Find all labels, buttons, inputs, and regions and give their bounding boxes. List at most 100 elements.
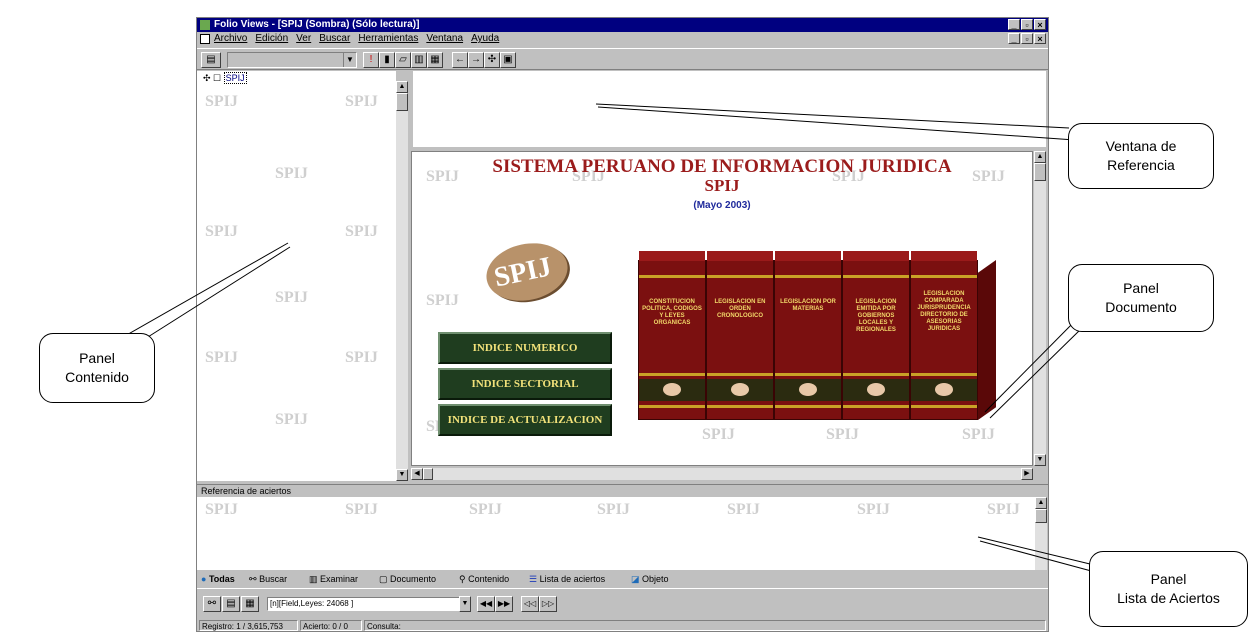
chevron-down-icon[interactable]: ▼ (459, 596, 471, 612)
forward-icon[interactable]: → (468, 52, 484, 68)
book-seal (707, 379, 773, 401)
tab-todas[interactable]: ● Todas (201, 572, 235, 587)
watermark: SPIJ (727, 501, 760, 518)
doc-close-button[interactable]: × (1034, 33, 1046, 44)
book-label: LEGISLACION POR MATERIAS (780, 299, 836, 312)
tab-objeto[interactable]: ◪ Objeto (631, 572, 669, 587)
query-history-icon[interactable]: ▦ (241, 596, 259, 612)
doc-restore-button[interactable]: ▫ (1021, 33, 1033, 44)
contents-panel[interactable]: ✣ ☐ SPIJ SPIJ SPIJ SPIJ SPIJ SPIJ SPIJ S… (197, 71, 396, 481)
menu-ayuda[interactable]: Ayuda (471, 32, 499, 46)
menu-bar: Archivo Edición Ver Buscar Herramientas … (197, 32, 1048, 46)
contents-icon: ⚲ (459, 574, 466, 584)
tab-buscar[interactable]: ⚯ Buscar (249, 572, 287, 587)
watermark: SPIJ (205, 501, 238, 518)
document-window-controls: _ ▫ × (1008, 33, 1046, 44)
scroll-down-icon[interactable]: ▼ (1034, 454, 1046, 466)
note-icon[interactable]: ▱ (395, 52, 411, 68)
menu-archivo[interactable]: Archivo (214, 32, 247, 46)
scroll-up-icon[interactable]: ▲ (1034, 151, 1046, 163)
style-combo[interactable]: ▼ (227, 52, 357, 68)
scroll-thumb[interactable] (1034, 163, 1046, 181)
print-icon[interactable]: ▤ (201, 52, 221, 68)
menu-edicion[interactable]: Edición (255, 32, 288, 46)
tab-documento[interactable]: ▢ Documento (379, 572, 436, 587)
globe-icon: ● (201, 574, 207, 584)
minimize-button[interactable]: _ (1008, 19, 1020, 30)
previous-hit-icon[interactable]: ◀◀ (477, 596, 495, 612)
document-hscrollbar[interactable]: ◀ ▶ (411, 468, 1033, 480)
scroll-thumb[interactable] (1035, 509, 1047, 523)
reference-window[interactable] (413, 71, 1046, 147)
contents-tree: ✣ ☐ SPIJ (203, 72, 247, 84)
doc-minimize-button[interactable]: _ (1008, 33, 1020, 44)
next-hit-icon[interactable]: ▶▶ (495, 596, 513, 612)
link-icon[interactable]: ▦ (427, 52, 443, 68)
book-side (978, 260, 996, 420)
book-por-materias[interactable]: LEGISLACION POR MATERIAS (774, 251, 842, 420)
document-title: SISTEMA PERUANO DE INFORMACION JURIDICA (492, 156, 952, 177)
watermark: SPIJ (987, 501, 1020, 518)
scroll-down-icon[interactable]: ▼ (396, 469, 408, 481)
expand-icon[interactable]: ✣ ☐ (203, 73, 221, 83)
popup-icon[interactable]: ▥ (411, 52, 427, 68)
status-registro: Registro: 1 / 3,615,753 (199, 620, 298, 631)
query-field[interactable]: [n][Field,Leyes: 24068 ] (267, 597, 462, 611)
document-panel[interactable]: SPIJ SPIJ SPIJ SPIJ SPIJ SPIJ SPIJ SPIJ … (411, 151, 1033, 466)
indice-sectorial-button[interactable]: INDICE SECTORIAL (438, 368, 612, 400)
window-icon[interactable]: ▣ (500, 52, 516, 68)
spij-logo: SPIJ (481, 236, 573, 308)
document-subtitle: SPIJ (704, 176, 740, 195)
indice-actualizacion-button[interactable]: INDICE DE ACTUALIZACION (438, 404, 612, 436)
menu-buscar[interactable]: Buscar (319, 32, 350, 46)
watermark: SPIJ (205, 93, 238, 110)
book-constitucion[interactable]: CONSTITUCION POLITICA, CODIGOS Y LEYES O… (638, 251, 706, 420)
tree-item-spij[interactable]: SPIJ (223, 72, 247, 84)
book-gobiernos-locales[interactable]: LEGISLACION EMITIDA POR GOBIERNOS LOCALE… (842, 251, 910, 420)
browse-icon: ▥ (309, 574, 318, 584)
callout-panel-contenido: Panel Contenido (39, 333, 155, 403)
tab-examinar[interactable]: ▥ Examinar (309, 572, 358, 587)
book-label: LEGISLACION EMITIDA POR GOBIERNOS LOCALE… (855, 299, 897, 333)
callout-panel-documento: Panel Documento (1068, 264, 1214, 332)
tab-contenido[interactable]: ⚲ Contenido (459, 572, 509, 587)
indice-numerico-button[interactable]: INDICE NUMERICO (438, 332, 612, 364)
scroll-up-icon[interactable]: ▲ (396, 81, 408, 93)
status-bar: Registro: 1 / 3,615,753 Acierto: 0 / 0 C… (197, 620, 1048, 631)
menu-ventana[interactable]: Ventana (426, 32, 463, 46)
watermark: SPIJ (345, 501, 378, 518)
scroll-up-icon[interactable]: ▲ (1035, 497, 1047, 509)
scroll-left-icon[interactable]: ◀ (411, 468, 423, 480)
close-button[interactable]: × (1034, 19, 1046, 30)
chevron-down-icon[interactable]: ▼ (343, 53, 356, 67)
next-doc-icon[interactable]: ▷▷ (539, 596, 557, 612)
document-menu-icon[interactable] (200, 34, 210, 44)
contents-scrollbar[interactable]: ▲ ▼ (396, 81, 408, 481)
scroll-thumb[interactable] (396, 93, 408, 111)
book-seal (775, 379, 841, 401)
book-orden-cronologico[interactable]: LEGISLACION EN ORDEN CRONOLOGICO (706, 251, 774, 420)
window-title: Folio Views - [SPIJ (Sombra) (Sólo lectu… (214, 19, 420, 30)
query-icon[interactable]: ▤ (222, 596, 240, 612)
book-seal (843, 379, 909, 401)
tools-icon[interactable]: ✣ (484, 52, 500, 68)
hits-panel[interactable]: SPIJ SPIJ SPIJ SPIJ SPIJ SPIJ SPIJ (197, 497, 1035, 570)
back-icon[interactable]: ← (452, 52, 468, 68)
tab-bar: ● Todas ⚯ Buscar ▥ Examinar ▢ Documento … (197, 572, 1048, 587)
toolbar: ▤ ▼ ! ▮ ▱ ▥ ▦ ← → ✣ ▣ (197, 48, 1048, 70)
bookmark-icon[interactable]: ! (363, 52, 379, 68)
previous-doc-icon[interactable]: ◁◁ (521, 596, 539, 612)
restore-button[interactable]: ▫ (1021, 19, 1033, 30)
menu-ver[interactable]: Ver (296, 32, 311, 46)
hits-scrollbar[interactable]: ▲ (1035, 497, 1047, 570)
document-vscrollbar[interactable]: ▲ ▼ (1034, 151, 1046, 466)
scroll-right-icon[interactable]: ▶ (1021, 468, 1033, 480)
book-comparada[interactable]: LEGISLACION COMPARADA JURISPRUDENCIA DIR… (910, 251, 978, 420)
tab-lista-aciertos[interactable]: ☰ Lista de aciertos (529, 572, 605, 587)
binoculars-icon[interactable]: ⚯ (203, 596, 221, 612)
watermark: SPIJ (275, 165, 308, 182)
window-controls: _ ▫ × (1008, 19, 1046, 30)
menu-herramientas[interactable]: Herramientas (358, 32, 418, 46)
hscroll-thumb[interactable] (423, 468, 433, 480)
highlight-icon[interactable]: ▮ (379, 52, 395, 68)
